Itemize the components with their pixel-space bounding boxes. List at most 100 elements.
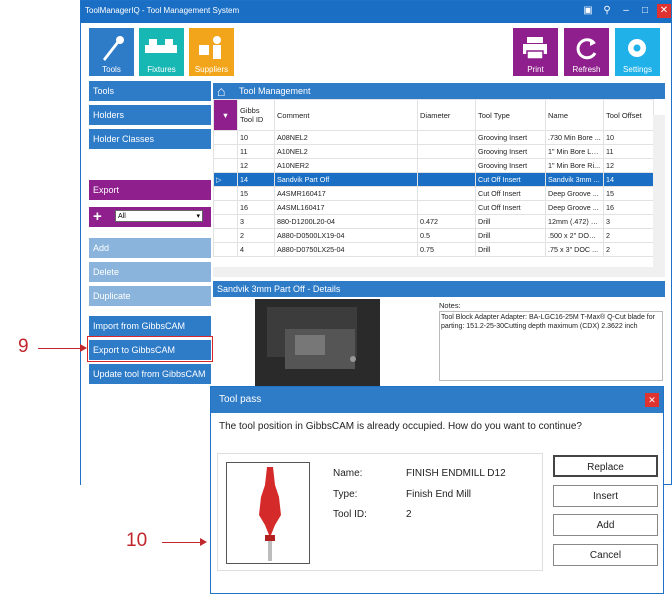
tool-image: [255, 299, 380, 389]
export-filter-row: + All ▾: [89, 207, 211, 227]
table-cell: 2: [603, 228, 654, 243]
ribbon-tools-label: Tools: [102, 65, 121, 74]
table-row[interactable]: 11 A10NEL2 Grooving Insert 1" Min Bore Le..…: [213, 144, 654, 159]
plus-icon[interactable]: +: [93, 208, 102, 225]
export-to-gibbscam-highlight: [87, 336, 213, 362]
row-selector[interactable]: [213, 214, 238, 229]
add-button[interactable]: Add: [89, 238, 211, 258]
table-cell: .500 x 2" DOC ...: [545, 228, 604, 243]
table-cell: 16: [603, 200, 654, 215]
table-horizontal-scrollbar[interactable]: [213, 267, 665, 277]
col-comment[interactable]: Comment: [274, 99, 418, 131]
table-vertical-scrollbar[interactable]: [653, 115, 665, 269]
table-cell: 1" Min Bore Le...: [545, 144, 604, 159]
cancel-button[interactable]: Cancel: [553, 544, 658, 566]
chevron-down-icon: ▾: [196, 213, 200, 220]
col-diameter[interactable]: Diameter: [417, 99, 476, 131]
ribbon-suppliers-label: Suppliers: [194, 65, 229, 74]
ribbon-tools-button[interactable]: Tools: [89, 28, 134, 76]
tool-table-body: 10 A08NEL2 Grooving Insert .730 Min Bore ..…: [213, 130, 654, 257]
table-row[interactable]: 16 A4SML160417 Cut Off Insert Deep Groove .…: [213, 200, 654, 215]
row-selector[interactable]: [213, 130, 238, 145]
update-tool-from-gibbscam-button[interactable]: Update tool from GibbsCAM: [89, 364, 211, 384]
col-tool-offset[interactable]: Tool Offset: [603, 99, 654, 131]
table-row[interactable]: 4 A880-D0750LX25-04 0.75 Drill .75 x 3" DOC …: [213, 242, 654, 257]
export-button[interactable]: Export: [89, 180, 211, 200]
ribbon-suppliers-button[interactable]: Suppliers: [189, 28, 234, 76]
ribbon-fixtures-button[interactable]: Fixtures: [139, 28, 184, 76]
close-icon[interactable]: ✕: [645, 393, 659, 407]
col-name[interactable]: Name: [545, 99, 604, 131]
tool-name-label: Name:: [333, 468, 363, 479]
table-cell: Cut Off Insert: [475, 172, 546, 187]
replace-button[interactable]: Replace: [553, 455, 658, 477]
dialog-title-bar: Tool pass ✕: [211, 387, 663, 413]
table-cell: 10: [603, 130, 654, 145]
table-cell: 11: [603, 144, 654, 159]
ribbon-refresh-button[interactable]: Refresh: [564, 28, 609, 76]
table-cell: Drill: [475, 214, 546, 229]
table-row[interactable]: ▷ 14 Sandvik Part Off Cut Off Insert Sandvik…: [213, 172, 654, 187]
sidebar: Tools Holders Holder Classes Export + Al…: [81, 81, 211, 486]
callout-9-arrowhead: [80, 344, 87, 352]
import-from-gibbscam-button[interactable]: Import from GibbsCAM: [89, 316, 211, 336]
window-title: ToolManagerIQ - Tool Management System: [85, 6, 240, 15]
close-icon[interactable]: ✕: [657, 4, 671, 18]
minimize-icon[interactable]: –: [619, 4, 633, 18]
table-cell: A4SML160417: [274, 200, 418, 215]
row-pointer-icon[interactable]: ▷: [213, 172, 238, 187]
duplicate-button[interactable]: Duplicate: [89, 286, 211, 306]
delete-button[interactable]: Delete: [89, 262, 211, 282]
table-cell: 16: [237, 200, 275, 215]
table-cell: 2: [237, 228, 275, 243]
tools-icon: [103, 36, 124, 61]
table-cell: 4: [237, 242, 275, 257]
tool-info-box: Name: FINISH ENDMILL D12 Type: Finish En…: [217, 453, 543, 571]
sidebar-item-holder-classes[interactable]: Holder Classes: [89, 129, 211, 149]
table-cell: 0.472: [417, 214, 476, 229]
suppliers-icon: [199, 36, 221, 59]
notes-label: Notes:: [439, 301, 461, 310]
table-cell: Drill: [475, 242, 546, 257]
sidebar-item-holders[interactable]: Holders: [89, 105, 211, 125]
layout-icon[interactable]: ▣: [581, 4, 595, 18]
dialog-title: Tool pass: [219, 394, 262, 405]
row-selector[interactable]: [213, 200, 238, 215]
table-row[interactable]: 12 A10NER2 Grooving Insert 1" Min Bore Ri..…: [213, 158, 654, 173]
row-selector[interactable]: [213, 242, 238, 257]
maximize-icon[interactable]: □: [638, 4, 652, 18]
table-row[interactable]: 3 880-D1200L20-04 0.472 Drill 12mm (.472) x …: [213, 214, 654, 229]
table-cell: A880-D0750LX25-04: [274, 242, 418, 257]
row-selector[interactable]: [213, 186, 238, 201]
table-cell: Grooving Insert: [475, 144, 546, 159]
row-selector[interactable]: [213, 158, 238, 173]
ribbon-settings-button[interactable]: Settings: [615, 28, 660, 76]
filter-icon[interactable]: ▼: [213, 99, 238, 131]
table-row[interactable]: 2 A880-D0500LX19-04 0.5 Drill .500 x 2" DOC …: [213, 228, 654, 243]
export-filter-value: All: [118, 213, 126, 220]
col-tool-type[interactable]: Tool Type: [475, 99, 546, 131]
table-row[interactable]: 10 A08NEL2 Grooving Insert .730 Min Bore ..…: [213, 130, 654, 145]
pin-icon[interactable]: ⚲: [600, 4, 614, 18]
notes-textarea[interactable]: Tool Block Adapter Adapter: BA-LGC16-25M…: [439, 311, 663, 381]
table-cell: A880-D0500LX19-04: [274, 228, 418, 243]
export-filter-select[interactable]: All ▾: [115, 210, 203, 222]
home-icon[interactable]: ⌂: [217, 83, 225, 99]
tool-thumbnail: [226, 462, 310, 564]
fixtures-icon: [145, 39, 177, 53]
dialog-message: The tool position in GibbsCAM is already…: [219, 421, 582, 432]
ribbon-print-button[interactable]: Print: [513, 28, 558, 76]
insert-button[interactable]: Insert: [553, 485, 658, 507]
details-header: Sandvik 3mm Part Off - Details: [213, 281, 665, 297]
col-gibbs-tool-id[interactable]: Gibbs Tool ID: [237, 99, 275, 131]
table-cell: 10: [237, 130, 275, 145]
table-cell: Cut Off Insert: [475, 200, 546, 215]
add-tool-button[interactable]: Add: [553, 514, 658, 536]
sidebar-item-tools[interactable]: Tools: [89, 81, 211, 101]
row-selector[interactable]: [213, 228, 238, 243]
row-selector[interactable]: [213, 144, 238, 159]
title-bar: ToolManagerIQ - Tool Management System ▣…: [81, 1, 671, 23]
table-row[interactable]: 15 A4SMR160417 Cut Off Insert Deep Groove .…: [213, 186, 654, 201]
tool-table-container: ▼ Gibbs Tool ID Comment Diameter Tool Ty…: [213, 99, 665, 269]
table-cell: 880-D1200L20-04: [274, 214, 418, 229]
